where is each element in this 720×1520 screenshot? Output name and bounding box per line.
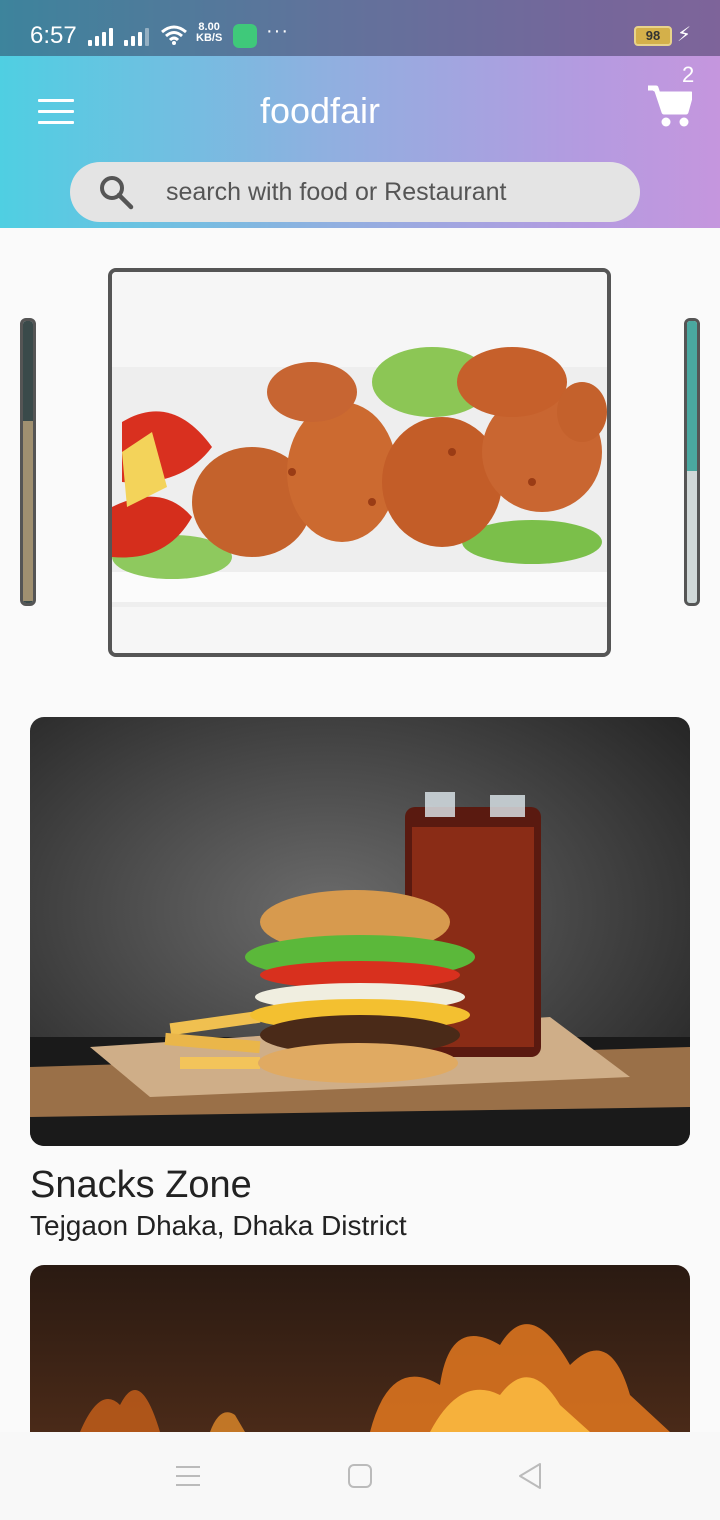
fried-chicken-image (112, 272, 607, 653)
app-header: 6:57 8.00 KB/S ··· 98 ⚡ foodfair 2 searc… (0, 0, 720, 228)
restaurant-card-image-2[interactable] (30, 1265, 690, 1432)
system-navigation-bar (0, 1432, 720, 1520)
battery-icon: 98 (634, 26, 672, 46)
carousel-active-item[interactable] (108, 268, 611, 657)
network-speed-unit: KB/S (196, 32, 223, 44)
more-notifications-icon: ··· (266, 20, 289, 42)
restaurant-card-image[interactable] (30, 717, 690, 1146)
notification-app-icon (233, 24, 257, 48)
back-icon[interactable] (508, 1454, 552, 1498)
status-bar: 6:57 8.00 KB/S ··· 98 ⚡ (0, 0, 720, 56)
search-icon (100, 176, 134, 210)
charging-icon: ⚡ (677, 24, 692, 46)
recent-apps-icon[interactable] (166, 1454, 210, 1498)
signal-icon-2 (124, 26, 149, 46)
app-title: foodfair (259, 90, 381, 131)
home-icon[interactable] (338, 1454, 382, 1498)
wifi-icon (161, 25, 187, 45)
restaurant-name[interactable]: Snacks Zone (30, 1164, 252, 1207)
search-placeholder: search with food or Restaurant (166, 178, 507, 206)
cart-count-badge: 2 (682, 62, 695, 87)
carousel-prev-item[interactable] (20, 318, 36, 606)
search-input[interactable]: search with food or Restaurant (70, 162, 640, 222)
restaurant-location: Tejgaon Dhaka, Dhaka District (30, 1210, 407, 1241)
carousel-next-item[interactable] (684, 318, 700, 606)
network-speed: 8.00 KB/S (196, 22, 222, 44)
flames-image (30, 1265, 690, 1432)
burger-image (30, 717, 690, 1146)
status-time: 6:57 (30, 22, 77, 49)
signal-icon (88, 26, 113, 46)
